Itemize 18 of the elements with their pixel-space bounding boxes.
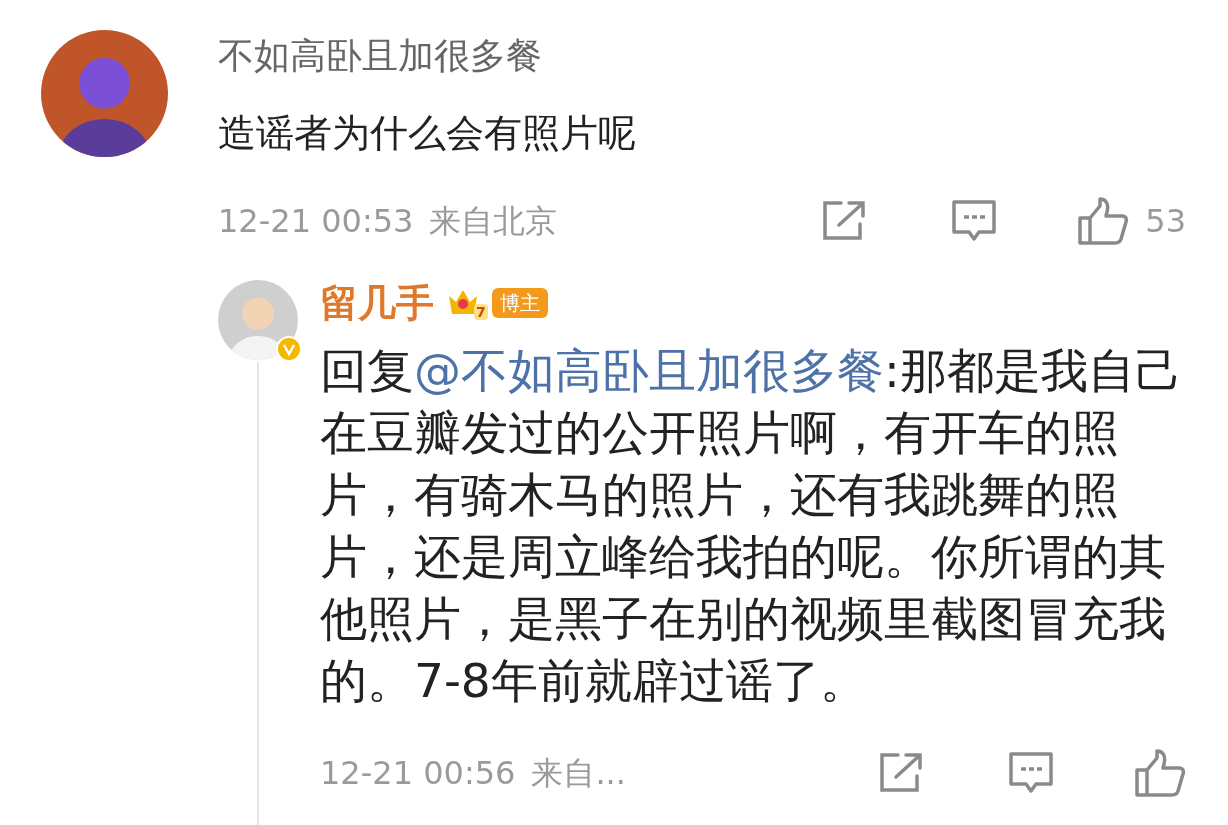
timestamp: 12-21 00:56 <box>320 753 516 794</box>
blogger-badge: 博主 <box>491 288 548 318</box>
comment-icon[interactable] <box>951 199 998 243</box>
like-count: 53 <box>1145 201 1186 242</box>
location: 来自北京 <box>429 201 558 242</box>
location: 来自... <box>531 753 626 794</box>
comment-icon[interactable] <box>1008 751 1054 795</box>
comment-text: 造谣者为什么会有照片呢 <box>218 110 637 157</box>
username[interactable]: 留几手 <box>320 280 434 326</box>
timestamp: 12-21 00:53 <box>218 201 414 242</box>
share-icon[interactable] <box>821 200 868 242</box>
thumbs-up-icon[interactable] <box>1134 748 1186 798</box>
mention-link[interactable]: @不如高卧且加很多餐 <box>414 343 884 398</box>
thumbs-up-icon[interactable] <box>1077 196 1130 246</box>
username[interactable]: 不如高卧且加很多餐 <box>218 34 1186 78</box>
level-number: 7 <box>474 304 488 320</box>
reply-text: 回复@不如高卧且加很多餐:那都是我自己在豆瓣发过的公开照片啊，有开车的照片，有骑木马的照片，还有我跳舞的照片，还是周立峰给我拍的呢。你所谓的其他照片，是黑子在别的视频里截图冒充我的。7-8年前就辟过谣了。 <box>320 342 1182 710</box>
share-icon[interactable] <box>878 752 924 794</box>
